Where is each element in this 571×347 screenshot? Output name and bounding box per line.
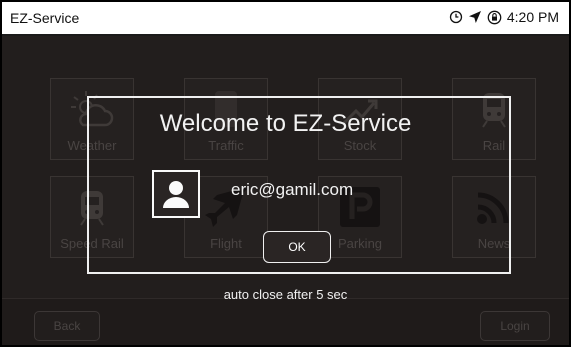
status-bar: EZ-Service 4:20 PM	[2, 2, 569, 36]
dialog-title: Welcome to EZ-Service	[159, 110, 412, 137]
ok-button[interactable]: OK	[263, 231, 331, 263]
app-title: EZ-Service	[10, 10, 80, 26]
clock-icon	[449, 10, 463, 24]
auto-close-notice: auto close after 5 sec	[223, 287, 348, 302]
status-indicators: 4:20 PM	[449, 9, 559, 25]
status-time: 4:20 PM	[506, 9, 559, 25]
lock-rotation-icon	[487, 10, 502, 25]
app-frame: EZ-Service 4:20 PM Weather Traffic Stock…	[2, 2, 569, 345]
location-arrow-icon	[468, 10, 482, 24]
user-avatar-icon	[152, 170, 200, 218]
user-email: eric@gamil.com	[231, 180, 354, 199]
